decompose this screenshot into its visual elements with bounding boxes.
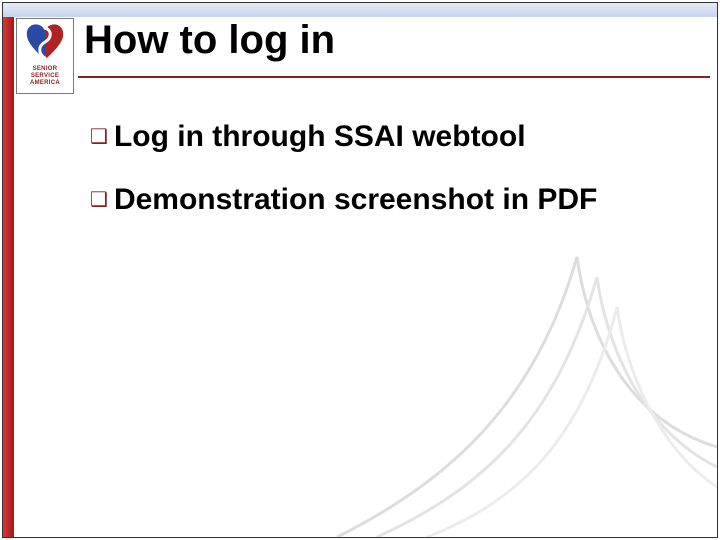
title-underline (78, 76, 710, 78)
list-item: ❑ Demonstration screenshot in PDF (90, 183, 690, 218)
slide-border (2, 2, 718, 538)
bullet-square-icon: ❑ (90, 120, 108, 154)
logo-line1: SENIOR (30, 66, 60, 73)
page-title: How to log in (84, 18, 335, 63)
left-red-bar (3, 17, 14, 537)
bullet-list: ❑ Log in through SSAI webtool ❑ Demonstr… (90, 120, 690, 245)
logo-line2: SERVICE (30, 73, 60, 80)
list-item: ❑ Log in through SSAI webtool (90, 120, 690, 155)
logo-line3: AMERICA (30, 80, 60, 87)
bullet-text: Log in through SSAI webtool (114, 120, 526, 155)
top-gradient-bar (3, 3, 717, 17)
logo-heart-icon (22, 22, 68, 64)
logo-text: SENIOR SERVICE AMERICA (30, 66, 60, 87)
logo: SENIOR SERVICE AMERICA (16, 18, 74, 94)
bullet-text: Demonstration screenshot in PDF (114, 183, 597, 218)
bullet-square-icon: ❑ (90, 183, 108, 217)
